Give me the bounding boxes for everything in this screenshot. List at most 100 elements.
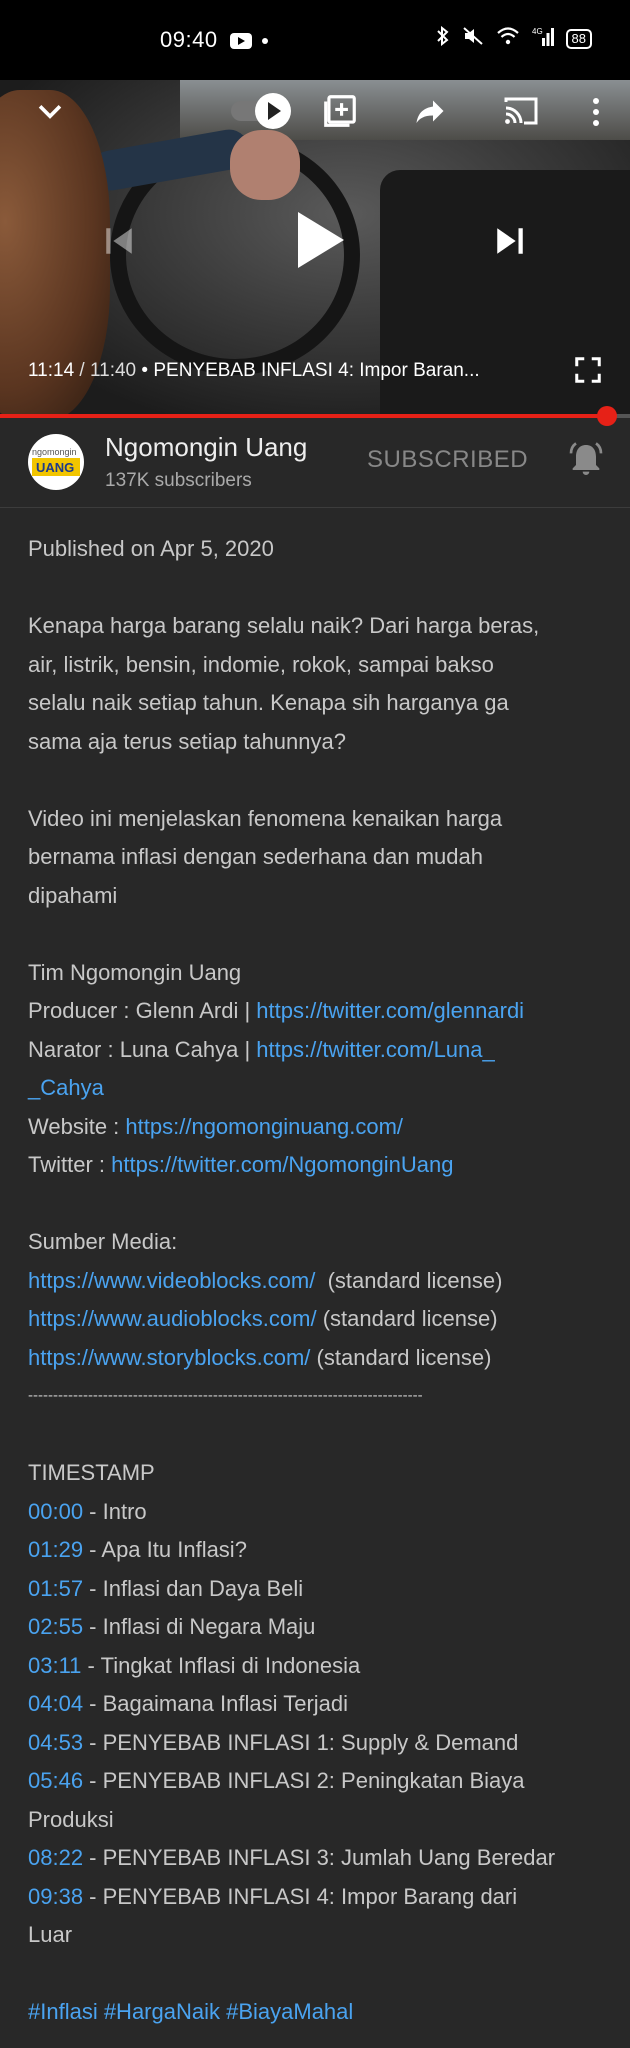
timestamp-row: 04:04 - Bagaimana Inflasi Terjadi [28, 1685, 608, 1724]
minimize-chevron-icon[interactable] [28, 90, 72, 134]
producer-link[interactable]: https://twitter.com/glennardi [256, 998, 524, 1023]
narrator-line: Narator : Luna Cahya | https://twitter.c… [28, 1031, 608, 1070]
subscriber-count: 137K subscribers [105, 470, 252, 491]
channel-row: ngomongin UANG Ngomongin Uang 137K subsc… [0, 418, 630, 508]
wifi-icon [496, 26, 520, 51]
producer-label: Producer : Glenn Ardi | [28, 998, 257, 1023]
narrator-link-continued[interactable]: _Cahya [28, 1075, 104, 1100]
producer-line: Producer : Glenn Ardi | https://twitter.… [28, 992, 608, 1031]
timestamp-link[interactable]: 00:00 [28, 1499, 83, 1524]
play-button[interactable] [285, 205, 355, 275]
notification-dot-icon [262, 38, 268, 44]
hashtags[interactable]: #Inflasi #HargaNaik #BiayaMahal [28, 1993, 608, 2032]
previous-video-icon[interactable] [98, 218, 140, 264]
battery-icon: 88 [565, 28, 592, 49]
divider-line: ----------------------------------------… [28, 1387, 423, 1404]
status-time: 09:40 [160, 27, 218, 52]
timestamp-link[interactable]: 01:29 [28, 1537, 83, 1562]
timestamp-row: 08:22 - PENYEBAB INFLASI 3: Jumlah Uang … [28, 1839, 608, 1878]
timestamp-label: - Intro [83, 1498, 147, 1524]
next-video-icon[interactable] [488, 218, 532, 264]
timestamp-link[interactable]: 09:38 [28, 1884, 83, 1909]
add-to-playlist-icon[interactable] [318, 88, 362, 134]
timestamp-link[interactable]: 02:55 [28, 1614, 83, 1639]
website-line: Website : https://ngomonginuang.com/ [28, 1108, 608, 1147]
video-title: PENYEBAB INFLASI 4: Impor Baran... [153, 360, 480, 381]
status-bar: 09:40 4G 88 [0, 0, 630, 80]
timestamp-link[interactable]: 04:53 [28, 1730, 83, 1755]
svg-text:4G: 4G [532, 27, 543, 36]
website-link[interactable]: https://ngomonginuang.com/ [125, 1114, 403, 1139]
timestamp-row: 00:00 - Intro [28, 1493, 608, 1532]
channel-avatar[interactable]: ngomongin UANG [28, 434, 84, 490]
system-icons: 4G 88 [436, 25, 592, 51]
timestamp-row: 01:57 - Inflasi dan Daya Beli [28, 1570, 608, 1609]
fullscreen-icon[interactable] [570, 352, 606, 388]
timestamp-label: - Tingkat Inflasi di Indonesia [81, 1652, 361, 1678]
timestamp-label: - PENYEBAB INFLASI 4: Impor Barang dari [83, 1883, 518, 1909]
timestamp-link[interactable]: 08:22 [28, 1845, 83, 1870]
channel-name[interactable]: Ngomongin Uang [105, 432, 307, 463]
media-line: https://www.audioblocks.com/ (standard l… [28, 1300, 608, 1339]
timestamp-label: - Inflasi dan Daya Beli [83, 1575, 304, 1601]
avatar-text-top: ngomongin [32, 447, 77, 457]
narrator-link[interactable]: https://twitter.com/Luna_ [256, 1037, 494, 1062]
timestamp-row: 09:38 - PENYEBAB INFLASI 4: Impor Barang… [28, 1878, 608, 1917]
timestamp-row: 03:11 - Tingkat Inflasi di Indonesia [28, 1647, 608, 1686]
description-line: bernama inflasi dengan sederhana dan mud… [28, 844, 483, 869]
video-player[interactable]: 11:14 / 11:40 • PENYEBAB INFLASI 4: Impo… [0, 80, 630, 415]
twitter-link[interactable]: https://twitter.com/NgomonginUang [111, 1152, 453, 1177]
more-options-icon[interactable] [580, 90, 612, 134]
description-line: Kenapa harga barang selalu naik? Dari ha… [28, 613, 540, 638]
narrator-label: Narator : Luna Cahya | [28, 1036, 257, 1062]
description-line: dipahami [28, 882, 118, 908]
timestamp-row: 05:46 - PENYEBAB INFLASI 2: Peningkatan … [28, 1762, 608, 1801]
video-description: Published on Apr 5, 2020 Kenapa harga ba… [28, 530, 608, 2032]
timestamp-row-cont: Produksi [28, 1806, 114, 1832]
current-time: 11:14 [28, 360, 75, 381]
media-line: https://www.storyblocks.com/ (standard l… [28, 1339, 608, 1378]
timestamp-label: - Bagaimana Inflasi Terjadi [83, 1691, 349, 1716]
cellular-signal-icon: 4G [532, 26, 554, 51]
media-line: https://www.videoblocks.com/ (standard l… [28, 1262, 608, 1301]
timestamp-label: - Inflasi di Negara Maju [83, 1614, 316, 1639]
bluetooth-icon [436, 25, 450, 51]
autoplay-toggle[interactable] [228, 88, 294, 134]
team-title: Tim Ngomongin Uang [28, 959, 242, 985]
twitter-label: Twitter : [28, 1152, 112, 1177]
avatar-text-bottom: UANG [36, 460, 75, 475]
notification-bell-icon[interactable] [566, 440, 606, 485]
timestamp-row: 04:53 - PENYEBAB INFLASI 1: Supply & Dem… [28, 1724, 608, 1763]
media-title: Sumber Media: [28, 1229, 178, 1254]
timestamp-label: - PENYEBAB INFLASI 1: Supply & Demand [83, 1729, 519, 1755]
timestamp-label: - PENYEBAB INFLASI 2: Peningkatan Biaya [83, 1768, 525, 1793]
published-date: Published on Apr 5, 2020 [28, 536, 274, 561]
duration: 11:40 [89, 360, 137, 381]
cast-icon[interactable] [498, 88, 544, 134]
timestamp-label: - Apa Itu Inflasi? [83, 1537, 247, 1562]
media-link-storyblocks[interactable]: https://www.storyblocks.com/ [28, 1345, 310, 1370]
media-note: (standard license) [310, 1344, 492, 1370]
media-link-audioblocks[interactable]: https://www.audioblocks.com/ [28, 1306, 317, 1331]
mute-icon [462, 26, 484, 51]
video-frame-hand [230, 130, 300, 200]
description-line: selalu naik setiap tahun. Kenapa sih har… [28, 690, 509, 715]
youtube-notification-icon [230, 33, 252, 49]
website-label: Website : [28, 1113, 126, 1139]
description-line: Video ini menjelaskan fenomena kenaikan … [28, 805, 503, 831]
timestamp-row: 01:29 - Apa Itu Inflasi? [28, 1531, 608, 1570]
twitter-line: Twitter : https://twitter.com/NgomonginU… [28, 1146, 608, 1185]
subscribed-button[interactable]: SUBSCRIBED [367, 446, 528, 474]
timestamp-link[interactable]: 04:04 [28, 1691, 83, 1716]
timestamp-link[interactable]: 01:57 [28, 1576, 83, 1601]
description-line: air, listrik, bensin, indomie, rokok, sa… [28, 651, 494, 677]
timestamp-link[interactable]: 05:46 [28, 1768, 83, 1793]
timestamp-link[interactable]: 03:11 [28, 1653, 81, 1678]
timestamp-title: TIMESTAMP [28, 1460, 155, 1485]
timestamp-row: 02:55 - Inflasi di Negara Maju [28, 1608, 608, 1647]
media-note: (standard license) [315, 1267, 503, 1293]
video-time-title: 11:14 / 11:40 • PENYEBAB INFLASI 4: Impo… [28, 360, 480, 381]
share-icon[interactable] [408, 88, 452, 134]
media-link-videoblocks[interactable]: https://www.videoblocks.com/ [28, 1268, 315, 1293]
description-line: sama aja terus setiap tahunnya? [28, 728, 346, 754]
